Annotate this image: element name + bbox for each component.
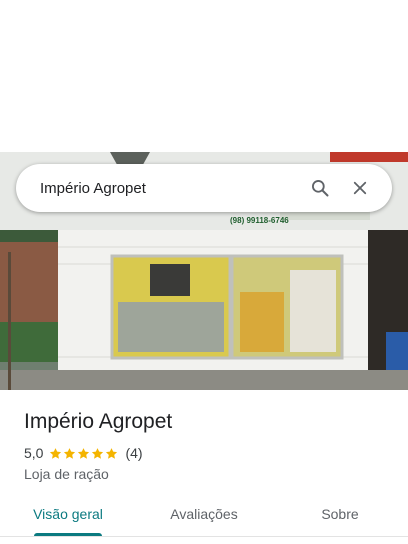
rating-stars — [49, 447, 119, 460]
search-bar[interactable]: Império Agropet — [16, 164, 392, 212]
star-icon — [92, 447, 104, 459]
rating-value: 5,0 — [24, 445, 44, 461]
tab-reviews-label: Avaliações — [170, 506, 238, 522]
review-count[interactable]: (4) — [125, 445, 142, 461]
sign-phone: (98) 99118-6746 — [230, 216, 289, 225]
star-icon — [50, 447, 62, 459]
search-icon — [312, 180, 329, 197]
star-icon — [106, 447, 118, 459]
place-title: Império Agropet — [24, 410, 173, 433]
search-input[interactable]: Império Agropet — [40, 180, 300, 197]
star-icon — [64, 447, 76, 459]
place-category: Loja de ração — [24, 466, 109, 482]
tab-overview-label: Visão geral — [33, 506, 103, 522]
place-tabs: Visão geral Avaliações Sobre — [0, 496, 408, 536]
search-button[interactable] — [300, 168, 340, 208]
close-icon — [353, 181, 367, 195]
tabs-divider — [0, 536, 408, 537]
star-icon — [78, 447, 90, 459]
tab-about-label: Sobre — [321, 506, 359, 522]
tab-about[interactable]: Sobre — [272, 496, 408, 536]
clear-button[interactable] — [340, 168, 380, 208]
rating-row[interactable]: 5,0 (4) — [24, 445, 143, 461]
tab-reviews[interactable]: Avaliações — [136, 496, 272, 536]
tab-overview[interactable]: Visão geral — [0, 496, 136, 536]
